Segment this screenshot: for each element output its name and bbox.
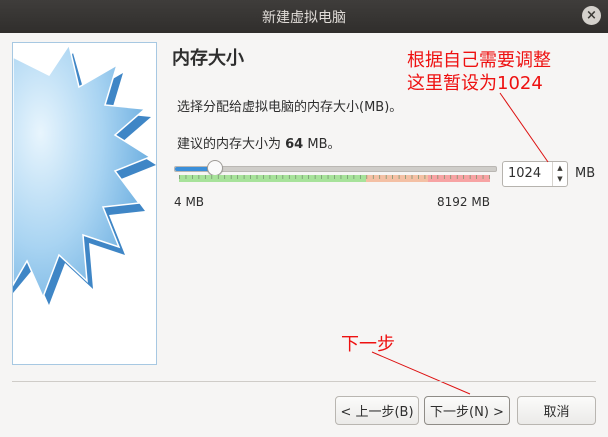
memory-slider-handle[interactable] — [207, 160, 224, 176]
spin-arrows: ▲ ▼ — [552, 162, 567, 186]
window-title: 新建虚拟电脑 — [262, 9, 346, 26]
memory-spinbox[interactable]: 1024 ▲ ▼ — [502, 161, 568, 187]
close-icon[interactable]: × — [582, 6, 601, 25]
next-annotation: 下一步 — [341, 334, 395, 355]
cancel-button[interactable]: 取消 — [517, 396, 596, 425]
title-bar: 新建虚拟电脑 × — [0, 0, 608, 33]
range-ticks — [179, 175, 490, 179]
memory-description: 选择分配给虚拟电脑的内存大小(MB)。 — [177, 100, 403, 115]
recommend-value: 64 — [285, 137, 304, 152]
memory-unit-label: MB — [575, 166, 596, 181]
memory-input[interactable]: 1024 — [508, 166, 541, 181]
spin-down-icon[interactable]: ▼ — [553, 175, 567, 184]
recommend-suffix: MB。 — [303, 137, 341, 152]
memory-annotation-line-1: 根据自己需要调整 — [407, 50, 551, 71]
memory-arrow-line — [499, 92, 549, 163]
spin-up-icon[interactable]: ▲ — [553, 164, 567, 173]
max-memory-label: 8192 MB — [437, 195, 490, 209]
next-arrow-line — [371, 351, 471, 395]
footer-separator — [12, 381, 596, 382]
recommended-memory-text: 建议的内存大小为 64 MB。 — [177, 133, 341, 152]
min-memory-label: 4 MB — [174, 195, 205, 209]
back-button[interactable]: < 上一步(B) — [335, 396, 419, 425]
page-title: 内存大小 — [172, 48, 244, 69]
next-button[interactable]: 下一步(N) > — [424, 396, 510, 425]
memory-range-indicator — [179, 175, 490, 182]
memory-annotation: 根据自己需要调整 这里暂设为1024 — [407, 49, 551, 95]
recommend-prefix: 建议的内存大小为 — [177, 137, 286, 152]
memory-annotation-line-2: 这里暂设为1024 — [407, 73, 543, 94]
wizard-illustration — [12, 42, 157, 365]
